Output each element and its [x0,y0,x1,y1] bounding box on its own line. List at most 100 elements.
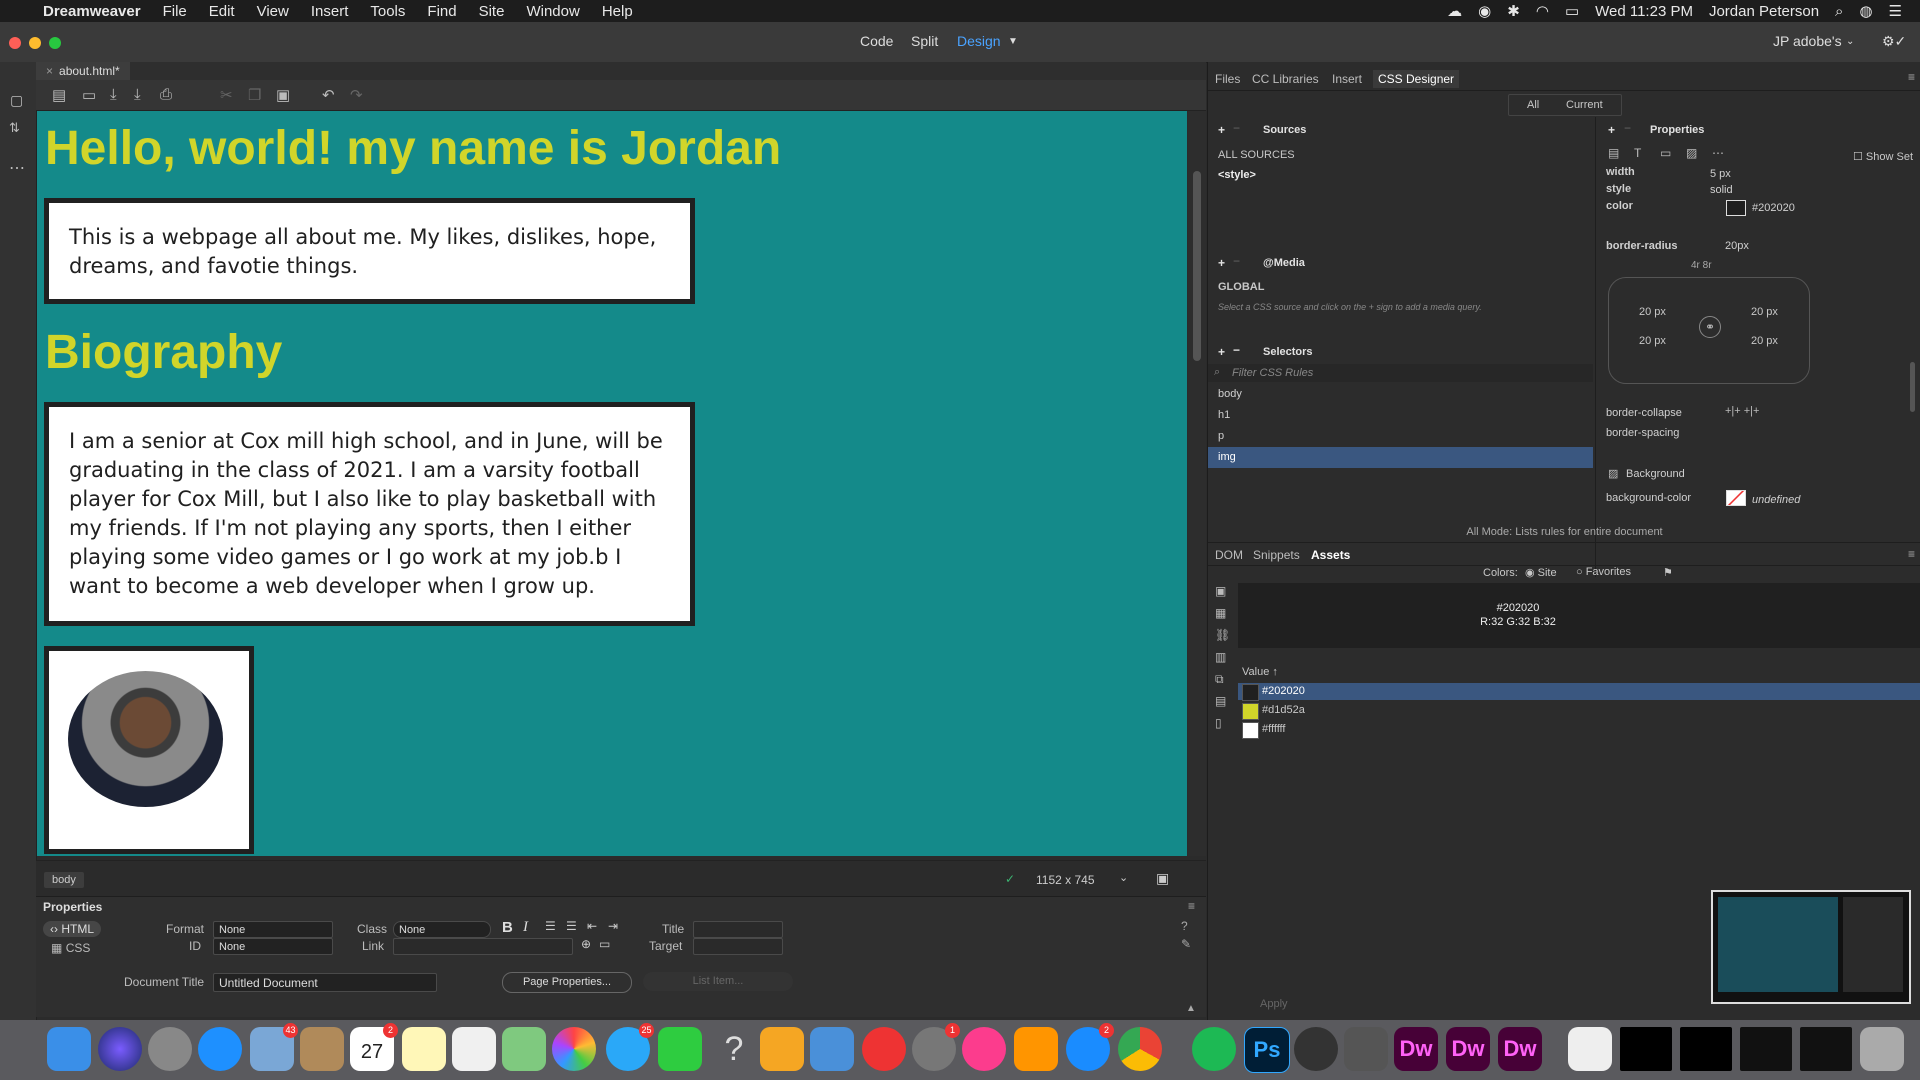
border-collapse-icon[interactable]: +|+ +|+ [1725,405,1759,417]
selector-body[interactable]: body [1208,384,1593,405]
remove-property-icon[interactable]: − [1624,121,1631,135]
close-window-button[interactable] [9,37,21,49]
more-tools-icon[interactable]: ⋯ [9,158,25,178]
selector-p[interactable]: p [1208,426,1593,447]
border-radius-value[interactable]: 20px [1725,240,1749,252]
canvas-scrollbar-thumb[interactable] [1193,171,1201,361]
profile-photo-frame[interactable] [44,646,254,854]
assets-urls-icon[interactable]: ⛓ [1215,628,1230,642]
menu-view[interactable]: View [246,3,300,20]
canvas-scrollbar[interactable] [1188,111,1206,856]
airplay-icon[interactable]: ▭ [1565,2,1579,20]
save-all-icon[interactable]: ⤓ [134,86,141,103]
id-select[interactable]: None [213,938,333,955]
background-category-icon[interactable]: ▨ [1686,146,1697,160]
all-mode-button[interactable]: All [1527,99,1539,111]
radius-mode-toggle[interactable]: 4r 8r [1691,260,1712,271]
wifi-icon[interactable]: ◠ [1536,2,1549,20]
title-input[interactable] [693,921,783,938]
menu-edit[interactable]: Edit [198,3,246,20]
siri-icon[interactable]: ◍ [1859,2,1872,20]
photoshop-icon[interactable]: Ps [1244,1027,1290,1073]
tab-css-designer[interactable]: CSS Designer [1373,70,1460,88]
calendar-icon[interactable]: 27 2 [350,1023,398,1071]
intro-paragraph-box[interactable]: This is a webpage all about me. My likes… [44,198,695,304]
tab-dom[interactable]: DOM [1215,548,1243,562]
style-value[interactable]: solid [1710,184,1733,196]
width-value[interactable]: 5 px [1710,168,1731,180]
radius-bottom-left[interactable]: 20 px [1639,335,1666,347]
assets-library-icon[interactable]: ▯ [1215,716,1222,730]
window-size-selector[interactable]: 1152 x 745 [1036,873,1095,887]
mail-icon[interactable]: 43 [250,1023,298,1071]
menu-app-name[interactable]: Dreamweaver [32,3,152,20]
dreamweaver-icon-1[interactable]: Dw [1394,1027,1438,1071]
minimized-window-2[interactable] [1680,1027,1732,1071]
more-category-icon[interactable]: ⋯ [1712,146,1724,160]
remove-media-icon[interactable]: − [1233,254,1240,268]
tab-insert[interactable]: Insert [1332,72,1362,86]
redo-icon[interactable]: ↷ [350,86,363,104]
minimized-window-1[interactable] [1620,1027,1672,1071]
copy-icon[interactable]: ❐ [248,86,261,104]
open-documents-icon[interactable]: ▢ [10,92,23,109]
close-tab-icon[interactable]: × [46,64,53,78]
document-title-input[interactable]: Untitled Document [213,973,437,992]
quick-tag-editor-icon[interactable]: ✎ [1181,937,1191,951]
panel-options-icon[interactable]: ≡ [1908,70,1915,84]
site-radio[interactable]: ◉ Site [1525,566,1557,579]
style-source-item[interactable]: <style> [1218,169,1256,181]
design-view-button[interactable]: Design [957,33,1001,49]
assets-images-icon[interactable]: ▣ [1215,584,1226,598]
tab-snippets[interactable]: Snippets [1253,548,1300,562]
all-sources-item[interactable]: ALL SOURCES [1218,149,1295,161]
menu-window[interactable]: Window [515,3,590,20]
biography-paragraph-box[interactable]: I am a senior at Cox mill high school, a… [44,402,695,626]
keynote-icon[interactable] [810,1027,854,1071]
menu-file[interactable]: File [152,3,198,20]
design-canvas[interactable]: Hello, world! my name is Jordan This is … [37,111,1187,856]
selector-h1[interactable]: h1 [1208,405,1593,426]
border-category-icon[interactable]: ▭ [1660,146,1671,160]
document-icon[interactable] [1568,1027,1612,1071]
add-source-icon[interactable]: + [1218,123,1225,137]
desktop-thumbnail[interactable] [1711,890,1911,1004]
undo-icon[interactable]: ↶ [322,86,335,104]
remove-selector-icon[interactable]: − [1233,343,1240,357]
zoom-window-button[interactable] [49,37,61,49]
show-set-checkbox[interactable]: ☐ Show Set [1853,150,1913,163]
italic-button[interactable]: I [523,919,528,936]
menu-user[interactable]: Jordan Peterson [1709,3,1819,20]
script-editor-icon[interactable] [1344,1027,1388,1071]
indent-icon[interactable]: ⇥ [608,919,618,933]
layout-category-icon[interactable]: ▤ [1608,146,1619,160]
photos-icon[interactable] [552,1027,596,1071]
asset-color-row[interactable]: #ffffff [1238,721,1920,739]
add-media-icon[interactable]: + [1218,256,1225,270]
maps-icon[interactable] [502,1027,546,1071]
workspace-chevron-icon[interactable]: ⌄ [1846,36,1854,47]
bold-button[interactable]: B [502,919,513,936]
tab-assets[interactable]: Assets [1311,548,1350,562]
control-center-icon[interactable]: ☰ [1889,2,1902,20]
menu-clock[interactable]: Wed 11:23 PM [1595,3,1693,20]
favorites-radio[interactable]: ○ Favorites [1576,566,1631,578]
split-view-button[interactable]: Split [911,33,938,49]
facetime-icon[interactable] [658,1027,702,1071]
workspace-switcher[interactable]: JP adobe's [1773,33,1842,49]
link-input[interactable] [393,938,573,955]
unordered-list-icon[interactable]: ☰ [545,919,556,933]
creative-cloud-icon[interactable]: ☁ [1447,2,1462,20]
panel-menu-icon[interactable]: ≡ [1188,899,1195,913]
save-icon[interactable]: ⤓ [110,86,117,103]
collapse-panel-icon[interactable]: ▲ [1186,1003,1196,1014]
design-dropdown-chevron-icon[interactable]: ▼ [1008,36,1018,47]
filter-css-rules-input[interactable]: ⌕ Filter CSS Rules [1208,364,1593,382]
chrome-icon[interactable] [1118,1027,1162,1071]
bookmark-icon[interactable]: ⚑ [1663,566,1673,579]
menu-site[interactable]: Site [468,3,516,20]
live-view-toggle-icon[interactable]: ▣ [1156,870,1169,887]
asset-color-row[interactable]: #d1d52a [1238,702,1920,720]
class-select[interactable]: None [393,921,491,938]
properties-scrollbar-thumb[interactable] [1910,362,1915,412]
